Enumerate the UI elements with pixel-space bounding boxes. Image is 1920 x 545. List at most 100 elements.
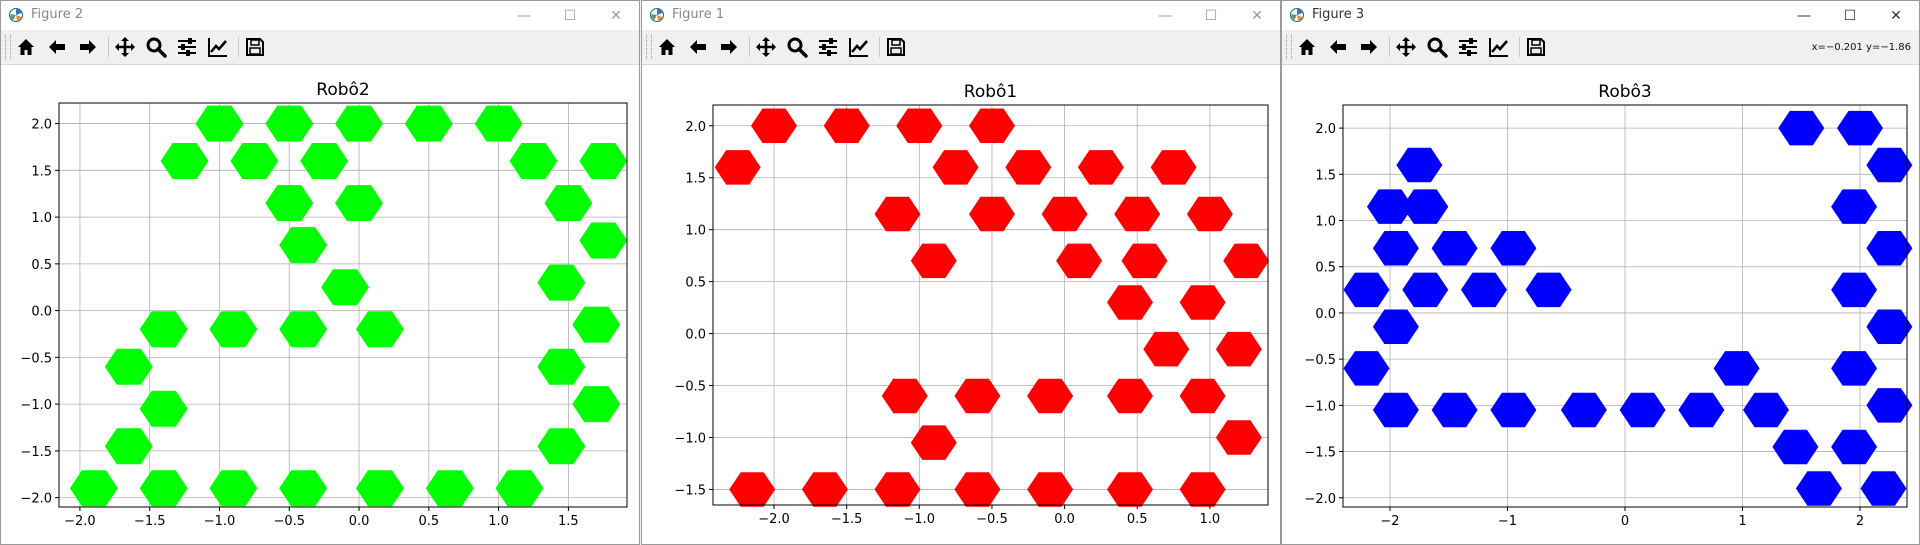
save-button[interactable] xyxy=(242,35,268,59)
y-tick-label: 1.0 xyxy=(31,211,52,226)
x-tick-label: 0.5 xyxy=(1127,512,1148,527)
hexagon-marker xyxy=(335,105,383,142)
hexagon-marker xyxy=(1107,472,1153,507)
hexagon-marker xyxy=(265,185,314,222)
hexagon-marker xyxy=(279,470,328,507)
hexagon-marker xyxy=(495,470,544,507)
edit-axis-button[interactable] xyxy=(846,35,872,59)
hexagon-marker xyxy=(335,185,383,222)
hexagon-marker xyxy=(1114,196,1161,232)
hexagon-marker xyxy=(356,311,404,348)
hexagon-marker xyxy=(1150,150,1197,185)
y-tick-label: 0.5 xyxy=(685,276,706,291)
cursor-coordinates: x=−0.201 y=−1.86 xyxy=(1811,42,1911,53)
back-arrow-button[interactable] xyxy=(685,35,711,59)
zoom-button[interactable] xyxy=(1424,35,1450,59)
plot-canvas[interactable]: Robô1 −2.0 −1.5 −1.0 −0.5 0.0 0.5 1.0 −1.5 −1.0 −0… xyxy=(642,65,1281,545)
hexagon-marker xyxy=(1372,309,1419,344)
hexagon-marker xyxy=(729,472,776,507)
home-button[interactable] xyxy=(654,35,680,59)
close-button[interactable]: ✕ xyxy=(593,1,639,30)
title-bar[interactable]: Figure 3 — ☐ ✕ xyxy=(1282,1,1919,30)
toolbar-grip[interactable] xyxy=(1286,35,1292,59)
hexagon-marker xyxy=(1343,272,1390,308)
forward-arrow-icon xyxy=(80,40,96,54)
configure-subplots-button[interactable] xyxy=(815,35,841,59)
back-arrow-icon xyxy=(1330,40,1346,54)
forward-arrow-button[interactable] xyxy=(716,35,742,59)
configure-subplots-button[interactable] xyxy=(174,35,200,59)
toolbar-grip[interactable] xyxy=(5,35,11,59)
title-bar[interactable]: Figure 2 — ☐ ✕ xyxy=(1,1,639,30)
hexagon-marker xyxy=(1860,471,1907,506)
forward-arrow-button[interactable] xyxy=(75,35,101,59)
minimize-button[interactable]: — xyxy=(501,1,547,30)
maximize-button[interactable]: ☐ xyxy=(1827,1,1873,30)
back-arrow-button[interactable] xyxy=(1325,35,1351,59)
hexagon-marker xyxy=(910,243,957,279)
toolbar-separator xyxy=(108,37,109,57)
zoom-button[interactable] xyxy=(143,35,169,59)
edit-axis-icon xyxy=(208,38,227,57)
x-tick-label: −1.5 xyxy=(134,514,166,529)
toolbar-separator xyxy=(238,37,239,57)
x-tick-label: 1.0 xyxy=(488,514,509,529)
x-tick-label: 0 xyxy=(1621,514,1629,529)
title-bar[interactable]: Figure 1 — ☐ ✕ xyxy=(642,1,1280,30)
plot-canvas[interactable]: Robô2 −2.0 −1.5 −1.0 −0.5 0.0 0.5 1.0 1.5 −2.0 −1.… xyxy=(1,65,640,545)
edit-axis-button[interactable] xyxy=(205,35,231,59)
y-tick-label: 0.0 xyxy=(685,328,706,343)
pan-button[interactable] xyxy=(1393,35,1419,59)
pan-button[interactable] xyxy=(753,35,779,59)
hexagon-marker xyxy=(896,108,943,143)
zoom-icon xyxy=(787,37,808,58)
hexagon-marker xyxy=(195,105,244,142)
zoom-button[interactable] xyxy=(784,35,810,59)
hexagon-marker xyxy=(1866,231,1913,266)
y-tick-label: 0.5 xyxy=(31,258,52,273)
hexagon-marker xyxy=(1343,351,1390,386)
maximize-button[interactable]: ☐ xyxy=(1188,1,1234,30)
home-button[interactable] xyxy=(13,35,39,59)
hexagon-marker xyxy=(1372,392,1419,428)
hexagon-marker xyxy=(1831,351,1878,386)
save-button[interactable] xyxy=(1523,35,1549,59)
plot-canvas[interactable]: Robô3 −2 −1 0 1 2 −2.0 −1.5 −1.0 −0.5 0.0 0.5 1.0 1.5… xyxy=(1282,65,1920,545)
edit-axis-button[interactable] xyxy=(1486,35,1512,59)
back-arrow-button[interactable] xyxy=(44,35,70,59)
window-title: Figure 1 xyxy=(672,7,725,22)
hexagon-marker xyxy=(509,143,558,179)
hexagon-marker xyxy=(579,222,628,259)
toolbar-grip[interactable] xyxy=(646,35,652,59)
y-tick-label: −0.5 xyxy=(1304,353,1336,368)
hexagon-marker xyxy=(279,311,328,348)
home-button[interactable] xyxy=(1294,35,1320,59)
maximize-button[interactable]: ☐ xyxy=(547,1,593,30)
configure-subplots-icon xyxy=(819,38,837,56)
y-tick-label: 0.5 xyxy=(1315,261,1336,276)
matplotlib-icon xyxy=(649,7,665,23)
hexagon-marker xyxy=(1372,231,1419,266)
y-tick-label: −1.0 xyxy=(1304,399,1336,414)
toolbar-separator xyxy=(1389,37,1390,57)
close-button[interactable]: ✕ xyxy=(1234,1,1280,30)
x-tick-label: 2 xyxy=(1856,514,1864,529)
configure-subplots-button[interactable] xyxy=(1455,35,1481,59)
y-tick-label: 2.0 xyxy=(1315,122,1336,137)
forward-arrow-button[interactable] xyxy=(1356,35,1382,59)
hexagon-marker xyxy=(1461,272,1507,308)
hexagon-marker xyxy=(1143,331,1190,367)
x-tick-label: −1.0 xyxy=(204,514,236,529)
hexagon-marker xyxy=(1027,472,1074,507)
close-button[interactable]: ✕ xyxy=(1873,1,1919,30)
zoom-icon xyxy=(146,37,167,58)
pan-button[interactable] xyxy=(112,35,138,59)
minimize-button[interactable]: — xyxy=(1781,1,1827,30)
minimize-button[interactable]: — xyxy=(1142,1,1188,30)
save-button[interactable] xyxy=(883,35,909,59)
hexagon-marker xyxy=(104,428,153,465)
hexagon-marker xyxy=(1560,392,1607,428)
save-icon xyxy=(887,38,905,56)
y-tick-label: 0.0 xyxy=(1315,307,1336,322)
hexagon-marker xyxy=(1215,420,1262,455)
